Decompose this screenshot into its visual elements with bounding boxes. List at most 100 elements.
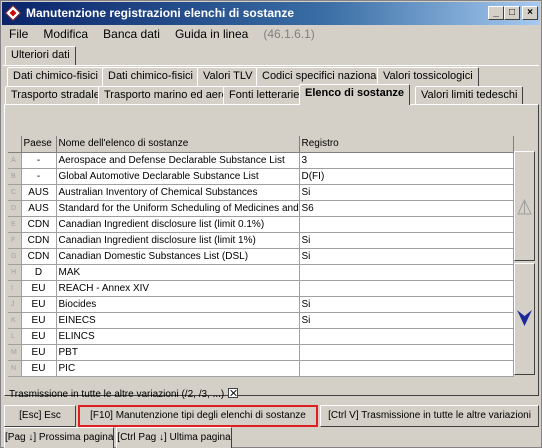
- nome-cell[interactable]: PIC: [56, 360, 300, 377]
- nome-cell[interactable]: Biocides: [56, 296, 300, 313]
- column-header-paese[interactable]: Paese: [21, 136, 57, 153]
- paese-cell[interactable]: CDN: [21, 248, 57, 265]
- table-row[interactable]: G CDN Canadian Domestic Substances List (D…: [8, 248, 514, 265]
- registro-cell[interactable]: Si: [299, 312, 514, 329]
- title-bar[interactable]: Manutenzione registrazioni elenchi di so…: [2, 2, 540, 25]
- paese-cell[interactable]: -: [21, 152, 57, 169]
- trasmissione-status: Trasmissione in tutte le altre variazion…: [9, 388, 239, 400]
- row-letter-cell: L: [8, 328, 22, 345]
- paese-cell[interactable]: AUS: [21, 184, 57, 201]
- tab-ulteriori-dati[interactable]: Ulteriori dati: [5, 46, 76, 65]
- tab-row-1: Dati chimico-fisici I Dati chimico-fisic…: [7, 67, 537, 86]
- tab-fonti-letterarie[interactable]: Fonti letterarie: [223, 86, 306, 105]
- scroll-up-button[interactable]: [514, 151, 535, 261]
- registro-cell[interactable]: S6: [299, 200, 514, 217]
- table-header-row: Paese Nome dell'elenco di sostanze Regis…: [8, 136, 514, 153]
- registro-cell[interactable]: Si: [299, 296, 514, 313]
- nome-cell[interactable]: Aerospace and Defense Declarable Substan…: [56, 152, 300, 169]
- menu-modifica[interactable]: Modifica: [37, 26, 94, 41]
- trasmissione-button[interactable]: [Ctrl V] Trasmissione in tutte le altre …: [320, 405, 539, 427]
- nome-cell[interactable]: Australian Inventory of Chemical Substan…: [56, 184, 300, 201]
- paese-cell[interactable]: EU: [21, 360, 57, 377]
- column-header-nome[interactable]: Nome dell'elenco di sostanze: [56, 136, 300, 153]
- scroll-down-button[interactable]: [514, 263, 535, 375]
- table-row[interactable]: H D MAK: [8, 264, 514, 281]
- paese-cell[interactable]: EU: [21, 328, 57, 345]
- tab-elenco-di-sostanze[interactable]: Elenco di sostanze: [299, 84, 411, 105]
- registro-cell[interactable]: Si: [299, 232, 514, 249]
- nome-cell[interactable]: Canadian Ingredient disclosure list (lim…: [56, 216, 300, 233]
- minimize-button[interactable]: _: [488, 6, 504, 20]
- close-button[interactable]: ×: [522, 6, 538, 20]
- tab-valori-limiti-tedeschi[interactable]: Valori limiti tedeschi: [415, 86, 524, 105]
- ultima-pagina-button[interactable]: [Ctrl Pag ↓] Ultima pagina: [116, 427, 232, 448]
- tab-trasporto-marino-aereo[interactable]: Trasporto marino ed aereo: [98, 86, 240, 105]
- tab-trasporto-stradale[interactable]: Trasporto stradale: [5, 86, 106, 105]
- paese-cell[interactable]: AUS: [21, 200, 57, 217]
- paese-cell[interactable]: EU: [21, 296, 57, 313]
- table-row[interactable]: B - Global Automotive Declarable Substance…: [8, 168, 514, 185]
- prossima-pagina-button[interactable]: [Pag ↓] Prossima pagina: [4, 427, 114, 448]
- table-row[interactable]: F CDN Canadian Ingredient disclosure list …: [8, 232, 514, 249]
- menu-guida[interactable]: Guida in linea: [169, 26, 254, 41]
- table-row[interactable]: D AUS Standard for the Uniform Scheduling …: [8, 200, 514, 217]
- paese-cell[interactable]: EU: [21, 312, 57, 329]
- registro-cell[interactable]: [299, 360, 514, 377]
- tab-valori-tlv[interactable]: Valori TLV: [197, 67, 259, 86]
- trasmissione-checkbox[interactable]: [228, 388, 239, 398]
- row-letter-cell: I: [8, 280, 22, 297]
- function-key-row-1: [Esc] Esc [F10] Manutenzione tipi degli …: [1, 405, 542, 427]
- registro-cell[interactable]: [299, 216, 514, 233]
- nome-cell[interactable]: EINECS: [56, 312, 300, 329]
- paese-cell[interactable]: EU: [21, 344, 57, 361]
- maximize-button[interactable]: □: [504, 6, 520, 20]
- nome-cell[interactable]: MAK: [56, 264, 300, 281]
- tab-dati-chimico-fisici-2[interactable]: Dati chimico-fisici II: [102, 67, 209, 86]
- nome-cell[interactable]: Global Automotive Declarable Substance L…: [56, 168, 300, 185]
- row-letter-cell: C: [8, 184, 22, 201]
- nome-cell[interactable]: Canadian Domestic Substances List (DSL): [56, 248, 300, 265]
- app-diamond-icon[interactable]: [5, 5, 21, 21]
- row-letter-cell: N: [8, 360, 22, 377]
- table-row[interactable]: C AUS Australian Inventory of Chemical Sub…: [8, 184, 514, 201]
- paese-cell[interactable]: D: [21, 264, 57, 281]
- down-arrow-icon: [517, 310, 532, 326]
- table-row[interactable]: I EU REACH - Annex XIV: [8, 280, 514, 297]
- menu-file[interactable]: File: [3, 26, 34, 41]
- nome-cell[interactable]: PBT: [56, 344, 300, 361]
- up-arrow-disabled-icon: [517, 198, 532, 215]
- registro-cell[interactable]: Si: [299, 248, 514, 265]
- row-letter-cell: G: [8, 248, 22, 265]
- manutenzione-tipi-button[interactable]: [F10] Manutenzione tipi degli elenchi di…: [78, 405, 318, 427]
- registro-cell[interactable]: [299, 264, 514, 281]
- table-row[interactable]: J EU Biocides Si: [8, 296, 514, 313]
- registro-cell[interactable]: [299, 280, 514, 297]
- table-row[interactable]: N EU PIC: [8, 360, 514, 377]
- row-letter-cell: J: [8, 296, 22, 313]
- registro-cell[interactable]: D(FI): [299, 168, 514, 185]
- registro-cell[interactable]: [299, 344, 514, 361]
- column-header-registro[interactable]: Registro: [299, 136, 514, 153]
- paese-cell[interactable]: CDN: [21, 216, 57, 233]
- paese-cell[interactable]: CDN: [21, 232, 57, 249]
- nome-cell[interactable]: REACH - Annex XIV: [56, 280, 300, 297]
- menu-banca-dati[interactable]: Banca dati: [97, 26, 166, 41]
- vertical-scrollbar[interactable]: [514, 151, 535, 375]
- registro-cell[interactable]: 3: [299, 152, 514, 169]
- registro-cell[interactable]: Si: [299, 184, 514, 201]
- table-row[interactable]: L EU ELINCS: [8, 328, 514, 345]
- table-row[interactable]: A - Aerospace and Defense Declarable Subst…: [8, 152, 514, 169]
- nome-cell[interactable]: ELINCS: [56, 328, 300, 345]
- nome-cell[interactable]: Standard for the Uniform Scheduling of M…: [56, 200, 300, 217]
- nome-cell[interactable]: Canadian Ingredient disclosure list (lim…: [56, 232, 300, 249]
- row-letter-cell: H: [8, 264, 22, 281]
- version-label: (46.1.6.1): [263, 27, 315, 41]
- esc-button[interactable]: [Esc] Esc: [4, 405, 76, 427]
- registro-cell[interactable]: [299, 328, 514, 345]
- table-row[interactable]: E CDN Canadian Ingredient disclosure list …: [8, 216, 514, 233]
- tab-dati-chimico-fisici-1[interactable]: Dati chimico-fisici I: [7, 67, 111, 86]
- table-row[interactable]: K EU EINECS Si: [8, 312, 514, 329]
- table-row[interactable]: M EU PBT: [8, 344, 514, 361]
- paese-cell[interactable]: EU: [21, 280, 57, 297]
- paese-cell[interactable]: -: [21, 168, 57, 185]
